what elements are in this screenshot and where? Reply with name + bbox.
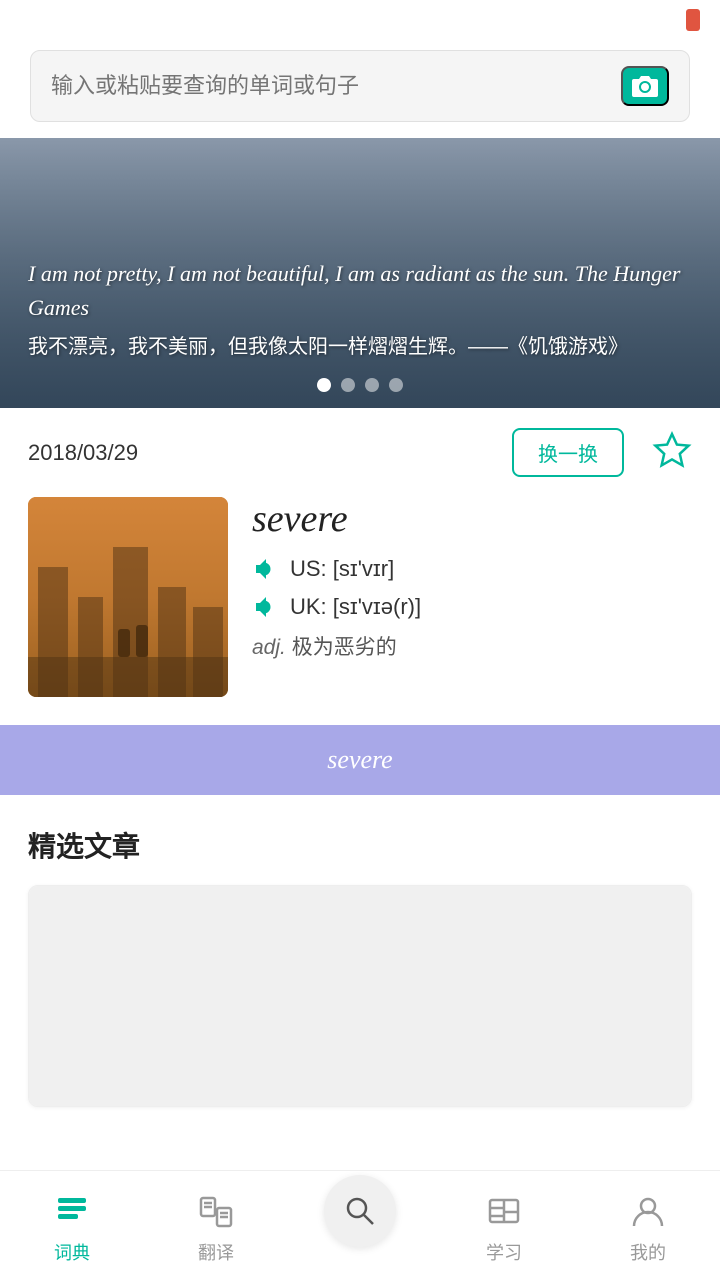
search-circle [324,1175,396,1247]
purple-banner-text: severe [327,745,392,775]
articles-section-title: 精选文章 [28,825,692,865]
building-2 [78,597,103,697]
quote-english: I am not pretty, I am not beautiful, I a… [28,257,692,325]
speaker-uk-icon [252,593,280,621]
purple-word-banner[interactable]: severe [0,725,720,795]
articles-section: 精选文章 [0,795,720,1127]
word-date: 2018/03/29 [28,440,512,466]
star-button[interactable] [624,430,692,476]
dot-1[interactable] [317,378,331,392]
pron-uk-text: UK: [sɪ'vɪə(r)] [290,594,421,620]
camera-button[interactable] [621,66,669,106]
dot-4[interactable] [389,378,403,392]
speaker-us-icon [252,555,280,583]
word-image-inner [28,497,228,697]
dictionary-icon [54,1194,90,1235]
study-icon [486,1194,522,1235]
word-meaning: adj. 极为恶劣的 [252,631,692,661]
search-nav-icon [342,1193,378,1229]
word-of-day-section: 2018/03/29 换一换 severe [0,408,720,697]
bottom-nav: 词典 翻译 [0,1170,720,1280]
star-icon [652,430,692,470]
nav-item-profile[interactable]: 我的 [576,1171,720,1280]
status-bar [0,0,720,40]
building-3 [113,547,148,697]
quote-banner: I am not pretty, I am not beautiful, I a… [0,138,720,408]
camera-icon [631,74,659,98]
translate-icon [198,1194,234,1235]
nav-label-profile: 我的 [630,1239,666,1265]
silhouette-1 [118,629,130,657]
refresh-button[interactable]: 换一换 [512,428,624,477]
status-indicator [686,9,700,31]
nav-item-dictionary[interactable]: 词典 [0,1171,144,1280]
dot-2[interactable] [341,378,355,392]
search-input[interactable] [51,73,621,99]
word-definition: 极为恶劣的 [292,636,397,659]
nav-item-translate[interactable]: 翻译 [144,1171,288,1280]
nav-item-search[interactable] [288,1205,432,1247]
building-1 [38,567,68,697]
word-image [28,497,228,697]
pron-us-text: US: [sɪ'vɪr] [290,556,394,582]
quote-chinese: 我不漂亮，我不美丽，但我像太阳一样熠熠生辉。——《饥饿游戏》 [28,331,692,364]
nav-label-dictionary: 词典 [54,1239,90,1265]
article-card[interactable] [28,885,692,1107]
banner-dots [317,378,403,392]
building-5 [193,607,223,697]
building-4 [158,587,186,697]
nav-label-translate: 翻译 [198,1239,234,1265]
dot-3[interactable] [365,378,379,392]
search-bar [30,50,690,122]
article-card-image [29,886,691,1106]
nav-item-study[interactable]: 学习 [432,1171,576,1280]
word-header: 2018/03/29 换一换 [28,428,692,477]
silhouette-2 [136,625,148,657]
profile-icon [630,1194,666,1235]
pronunciation-us[interactable]: US: [sɪ'vɪr] [252,555,692,583]
pronunciation-uk[interactable]: UK: [sɪ'vɪə(r)] [252,593,692,621]
word-info: severe US: [sɪ'vɪr] UK: [sɪ'vɪə(r)] adj.… [252,497,692,661]
word-title: severe [252,497,692,541]
nav-label-study: 学习 [486,1239,522,1265]
word-card: severe US: [sɪ'vɪr] UK: [sɪ'vɪə(r)] adj.… [28,497,692,697]
word-pos: adj. [252,636,286,659]
